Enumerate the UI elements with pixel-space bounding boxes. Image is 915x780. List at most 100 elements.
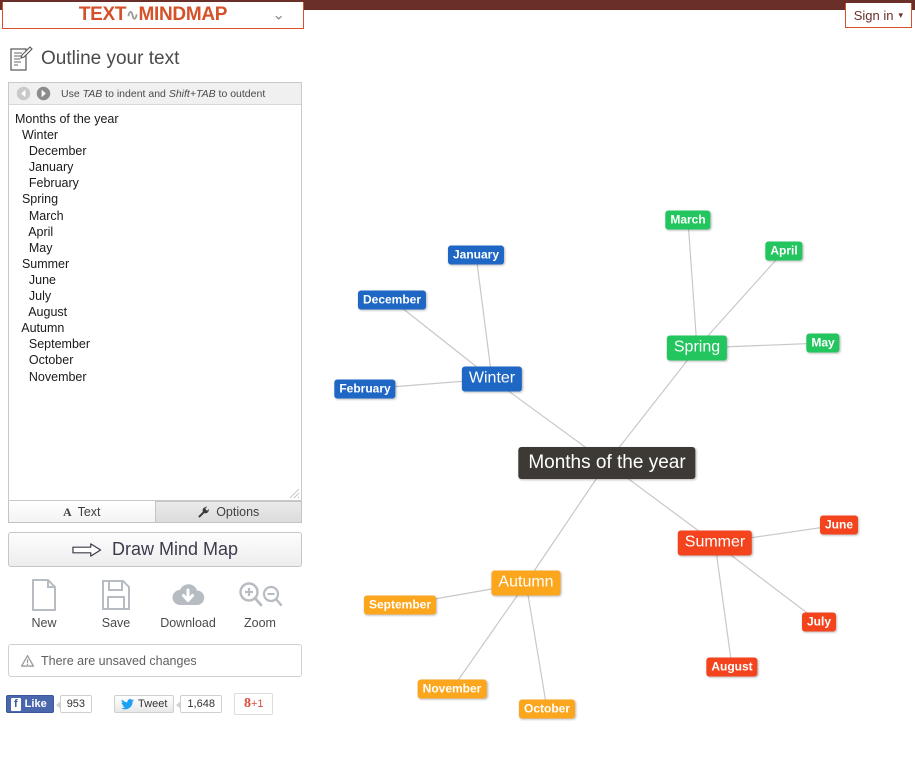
mindmap-edge — [687, 219, 698, 349]
outline-line: March — [15, 208, 64, 223]
mindmap-node-december[interactable]: December — [357, 290, 427, 310]
save-button-label: Save — [101, 616, 131, 630]
mindmap-node-january[interactable]: January — [447, 245, 505, 265]
new-button-label: New — [31, 616, 57, 630]
status-message-box: There are unsaved changes — [8, 644, 302, 677]
textarea-resize-handle[interactable] — [289, 488, 300, 499]
sign-in-label: Sign in — [853, 7, 894, 23]
draw-mind-map-button[interactable]: Draw Mind Map — [8, 532, 302, 567]
right-arrow-icon — [72, 542, 102, 557]
mindmap-edges — [364, 219, 840, 710]
mindmap-edge — [525, 582, 548, 710]
warning-triangle-icon — [21, 654, 34, 667]
mindmap-node-april[interactable]: April — [765, 241, 803, 261]
twitter-tweet-count: 1,648 — [176, 695, 222, 713]
tab-options[interactable]: Options — [155, 501, 302, 523]
mindmap-node-october[interactable]: October — [518, 699, 576, 719]
outline-line: December — [15, 144, 87, 159]
google-plus-one-label: +1 — [250, 698, 264, 710]
facebook-like-label: Like — [24, 698, 47, 710]
outline-line: April — [15, 224, 54, 239]
panel-heading: Outline your text — [0, 36, 310, 82]
new-document-icon — [32, 579, 56, 611]
twitter-tweet-button[interactable]: Tweet — [114, 695, 175, 713]
mindmap-node-root[interactable]: Months of the year — [518, 447, 696, 479]
mindmap-node-march[interactable]: March — [665, 210, 711, 230]
hint-bar: Use TAB to indent and Shift+TAB to outde… — [9, 83, 301, 105]
undo-back-arrow-icon[interactable] — [16, 86, 31, 101]
logo-text-second: MINDMAP — [138, 4, 228, 25]
download-button[interactable]: Download — [152, 579, 224, 630]
outline-line: Months of the year — [15, 112, 119, 126]
outline-line: November — [15, 369, 87, 384]
outline-line: Spring — [15, 192, 59, 207]
outline-line: July — [15, 289, 52, 304]
new-button[interactable]: New — [8, 579, 80, 630]
logo-tilde-icon: ∿ — [126, 7, 139, 24]
logo-home-button[interactable]: TEXT∿MINDMAP ⌄ — [2, 2, 304, 29]
zoom-button-label: Zoom — [244, 616, 276, 630]
outline-line: October — [15, 353, 74, 368]
mindmap-node-autumn[interactable]: Autumn — [491, 570, 561, 596]
twitter-bird-icon — [121, 698, 134, 709]
outline-line: June — [15, 272, 56, 287]
mindmap-node-february[interactable]: February — [334, 379, 396, 399]
outline-textarea[interactable]: Months of the year Winter December Janua… — [9, 105, 301, 500]
chevron-down-icon[interactable]: ⌄ — [272, 8, 285, 23]
mindmap-node-may[interactable]: May — [806, 333, 840, 353]
outline-line: Autumn — [15, 321, 65, 336]
chevron-down-icon: ▾ — [898, 9, 903, 20]
mindmap-node-july[interactable]: July — [801, 612, 837, 632]
outline-line: Summer — [15, 256, 70, 271]
mindmap-node-november[interactable]: November — [417, 679, 487, 699]
outline-line: May — [15, 240, 53, 255]
outline-line: August — [15, 305, 68, 320]
mindmap-node-winter[interactable]: Winter — [461, 366, 523, 392]
zoom-button[interactable]: Zoom — [224, 579, 296, 630]
panel-title: Outline your text — [41, 48, 180, 69]
logo-text: TEXT∿MINDMAP — [78, 4, 228, 26]
mindmap-node-spring[interactable]: Spring — [666, 335, 728, 361]
tab-text[interactable]: A Text — [8, 501, 156, 523]
wrench-icon — [198, 506, 209, 518]
text-letter-icon: A — [62, 504, 72, 519]
outline-line: Winter — [15, 128, 59, 143]
outline-line: February — [15, 176, 79, 191]
outline-line: January — [15, 160, 74, 175]
facebook-f-icon: f — [11, 697, 21, 711]
redo-forward-arrow-icon[interactable] — [36, 86, 51, 101]
notepad-pencil-icon — [10, 46, 33, 71]
status-message-text: There are unsaved changes — [41, 653, 197, 668]
outline-line: September — [15, 337, 91, 352]
mindmap-edge — [475, 254, 493, 380]
mindmap-canvas[interactable]: Months of the year Winter December January F… — [311, 36, 915, 780]
sign-in-button[interactable]: Sign in ▾ — [844, 3, 912, 28]
mindmap-edge — [525, 462, 608, 584]
mindmap-node-summer[interactable]: Summer — [677, 530, 753, 556]
mindmap-node-september[interactable]: September — [363, 595, 437, 615]
facebook-like-button[interactable]: f Like — [6, 695, 54, 713]
mindmap-node-june[interactable]: June — [819, 515, 859, 535]
logo-text-first: TEXT — [78, 4, 127, 25]
tab-text-label: Text — [77, 504, 101, 519]
google-g-icon: 8 — [243, 696, 251, 711]
cloud-download-icon — [172, 584, 205, 605]
save-button[interactable]: Save — [80, 579, 152, 630]
hint-text: Use TAB to indent and Shift+TAB to outde… — [61, 87, 266, 100]
tab-options-label: Options — [216, 505, 260, 519]
tool-row: New Save Download Zoom — [8, 579, 302, 630]
google-plus-one-button[interactable]: 8 +1 — [233, 693, 274, 715]
twitter-tweet-label: Tweet — [138, 698, 168, 710]
social-share-row: f Like 953 Tweet 1,648 8 +1 — [6, 693, 310, 715]
magnifier-zoom-icon — [239, 582, 283, 607]
download-button-label: Download — [160, 616, 216, 630]
mindmap-edge — [606, 347, 698, 464]
mindmap-edge — [451, 582, 527, 690]
editor-panel: Outline your text Use TAB to indent and … — [0, 36, 310, 715]
outline-editor-box: Use TAB to indent and Shift+TAB to outde… — [8, 82, 302, 501]
facebook-like-count: 953 — [55, 695, 93, 713]
editor-tabs: A Text Options — [8, 501, 302, 523]
floppy-disk-icon — [102, 580, 130, 610]
mindmap-edge — [714, 542, 733, 668]
mindmap-node-august[interactable]: August — [706, 657, 758, 677]
